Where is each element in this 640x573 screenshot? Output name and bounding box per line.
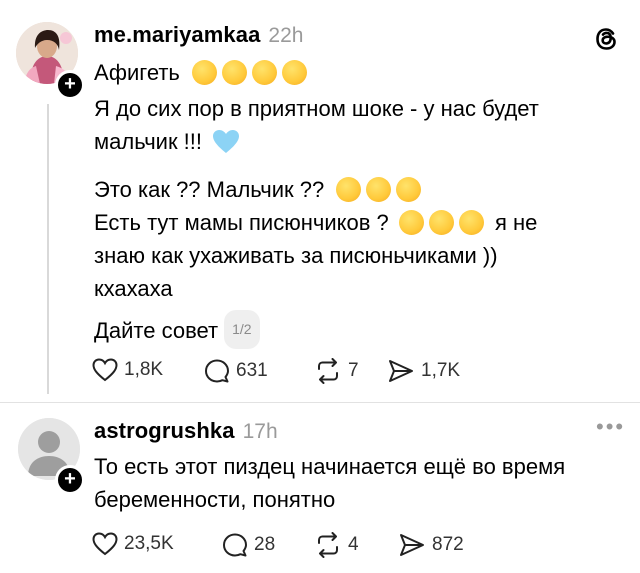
reply-count: 631 — [236, 360, 268, 381]
reply-button[interactable]: 28 — [222, 532, 275, 558]
post-line: Это как ?? Мальчик ?? — [94, 173, 426, 206]
repost-button[interactable]: 7 — [314, 358, 359, 384]
post-line: Есть тут мамы писюнчиков ? я не — [94, 206, 537, 239]
post-line: знаю как ухаживать за писюньчиками )) — [94, 243, 498, 268]
heart-icon — [92, 532, 118, 556]
like-count: 1,8K — [124, 359, 164, 380]
post-text: Афигеть — [94, 60, 180, 85]
comment-icon — [205, 359, 229, 383]
post-line: То есть этот пиздец начинается ещё во вр… — [94, 454, 566, 479]
timestamp: 22h — [268, 24, 304, 47]
post-text: мальчик !!! — [94, 129, 203, 154]
share-count: 872 — [432, 534, 464, 555]
pleading-face-emoji — [192, 60, 218, 85]
light-blue-heart-emoji — [212, 129, 240, 164]
share-button[interactable]: 1,7K — [387, 358, 460, 384]
follow-plus-button[interactable]: + — [55, 465, 85, 495]
post-line: кхахаха — [94, 276, 173, 301]
post-divider — [0, 402, 640, 403]
share-count: 1,7K — [421, 360, 461, 381]
follow-plus-button[interactable]: + — [55, 70, 85, 100]
send-icon — [400, 534, 424, 556]
post-header: me.mariyamkaa 22h — [94, 22, 303, 48]
share-button[interactable]: 872 — [398, 532, 464, 558]
like-button[interactable]: 1,8K — [92, 358, 163, 382]
pleading-face-emoji — [222, 60, 248, 85]
repost-count: 4 — [348, 534, 359, 555]
tears-of-joy-emoji — [428, 210, 454, 235]
like-count: 23,5K — [124, 533, 174, 554]
post-line: мальчик !!! — [94, 125, 240, 164]
post-line: Афигеть — [94, 56, 312, 89]
send-icon — [389, 360, 413, 382]
pleading-face-emoji — [252, 60, 278, 85]
repost-button[interactable]: 4 — [314, 532, 359, 558]
post-line: Я до сих пор в приятном шоке - у нас буд… — [94, 96, 539, 121]
threads-logo-icon[interactable] — [592, 24, 622, 59]
repost-icon — [318, 358, 338, 384]
post-text: я не — [495, 210, 538, 235]
hand-over-mouth-emoji — [336, 177, 362, 202]
repost-count: 7 — [348, 360, 359, 381]
more-dots-icon[interactable]: ••• — [596, 414, 625, 440]
heart-icon — [92, 358, 118, 382]
thread-connector-line — [47, 104, 49, 394]
grinning-face-emoji — [396, 177, 422, 202]
username[interactable]: astrogrushka — [94, 418, 235, 443]
username[interactable]: me.mariyamkaa — [94, 22, 260, 47]
reply-button[interactable]: 631 — [204, 358, 268, 384]
repost-icon — [318, 532, 338, 558]
post-text: Есть тут мамы писюнчиков ? — [94, 210, 389, 235]
page-indicator: 1/2 — [224, 310, 260, 349]
post-line: беременности, понятно — [94, 487, 336, 512]
post-text: Дайте совет — [94, 318, 219, 343]
comment-icon — [223, 533, 247, 557]
post-header: astrogrushka 17h — [94, 418, 278, 444]
post-line: Дайте совет 1/2 — [94, 310, 260, 349]
tears-of-joy-emoji — [398, 210, 424, 235]
post-text: Это как ?? Мальчик ?? — [94, 177, 325, 202]
zany-face-emoji — [282, 60, 308, 85]
timestamp: 17h — [242, 420, 278, 443]
like-button[interactable]: 23,5K — [92, 532, 174, 556]
hand-over-mouth-emoji — [458, 210, 484, 235]
reply-count: 28 — [254, 534, 276, 555]
hand-over-mouth-emoji — [366, 177, 392, 202]
